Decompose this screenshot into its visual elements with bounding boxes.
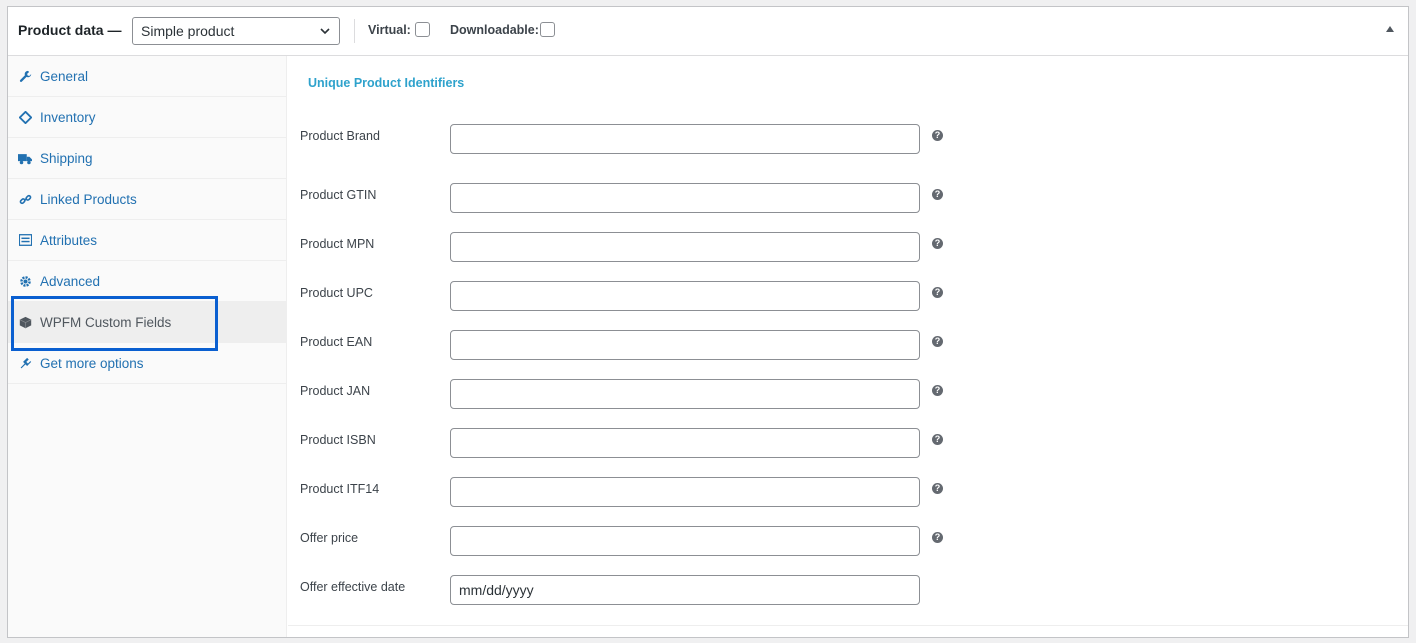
downloadable-checkbox[interactable] bbox=[540, 22, 555, 37]
product-brand-input[interactable] bbox=[450, 124, 920, 154]
downloadable-label: Downloadable: bbox=[450, 23, 539, 37]
tab-label: Attributes bbox=[40, 232, 98, 248]
field-label-isbn: Product ISBN bbox=[300, 433, 376, 447]
tab-label: Shipping bbox=[40, 150, 93, 166]
tab-wpfm-custom-fields[interactable]: WPFM Custom Fields bbox=[8, 302, 286, 343]
help-icon[interactable]: ? bbox=[932, 434, 943, 445]
tab-label: Linked Products bbox=[40, 191, 137, 207]
cube-icon bbox=[18, 315, 32, 329]
tag-icon bbox=[18, 110, 32, 124]
field-label-offer-date: Offer effective date bbox=[300, 580, 406, 594]
product-ean-input[interactable] bbox=[450, 330, 920, 360]
field-label-mpn: Product MPN bbox=[300, 237, 375, 251]
help-icon[interactable]: ? bbox=[932, 238, 943, 249]
tab-label: Get more options bbox=[40, 355, 144, 371]
tab-label: Inventory bbox=[40, 109, 96, 125]
tab-shipping[interactable]: Shipping bbox=[8, 138, 286, 179]
field-label-offer-price: Offer price bbox=[300, 531, 359, 545]
header-divider bbox=[354, 19, 355, 43]
content-bottom-divider bbox=[288, 625, 1408, 626]
tab-label: Advanced bbox=[40, 273, 101, 289]
offer-price-input[interactable] bbox=[450, 526, 920, 556]
product-type-value: Simple product bbox=[141, 23, 235, 39]
link-icon bbox=[18, 192, 32, 206]
field-label-ean: Product EAN bbox=[300, 335, 373, 349]
field-label-brand: Product Brand bbox=[300, 129, 380, 143]
product-data-panel: Product data — Simple product Virtual: D… bbox=[7, 6, 1409, 638]
product-data-tabs: General Inventory Shipping Linked Produc… bbox=[8, 56, 287, 637]
truck-icon bbox=[18, 151, 32, 165]
tab-attributes[interactable]: Attributes bbox=[8, 220, 286, 261]
plugin-icon bbox=[18, 356, 32, 370]
help-icon[interactable]: ? bbox=[932, 532, 943, 543]
list-icon bbox=[18, 233, 32, 247]
offer-effective-date-input[interactable] bbox=[450, 575, 920, 605]
tab-advanced[interactable]: Advanced bbox=[8, 261, 286, 302]
tab-content: Unique Product Identifiers Product Brand… bbox=[288, 56, 1408, 637]
help-icon[interactable]: ? bbox=[932, 483, 943, 494]
panel-title: Product data — bbox=[18, 22, 122, 38]
help-icon[interactable]: ? bbox=[932, 287, 943, 298]
product-isbn-input[interactable] bbox=[450, 428, 920, 458]
section-title: Unique Product Identifiers bbox=[308, 76, 465, 90]
wrench-icon bbox=[18, 69, 32, 83]
tab-label: General bbox=[40, 68, 89, 84]
panel-header: Product data — Simple product Virtual: D… bbox=[8, 7, 1408, 56]
field-label-jan: Product JAN bbox=[300, 384, 371, 398]
tab-general[interactable]: General bbox=[8, 56, 286, 97]
product-upc-input[interactable] bbox=[450, 281, 920, 311]
product-jan-input[interactable] bbox=[450, 379, 920, 409]
field-label-itf14: Product ITF14 bbox=[300, 482, 380, 496]
virtual-checkbox[interactable] bbox=[415, 22, 430, 37]
product-type-select[interactable]: Simple product bbox=[132, 17, 340, 45]
field-label-upc: Product UPC bbox=[300, 286, 373, 300]
gear-icon bbox=[18, 274, 32, 288]
tab-linked-products[interactable]: Linked Products bbox=[8, 179, 286, 220]
help-icon[interactable]: ? bbox=[932, 130, 943, 141]
collapse-toggle-icon[interactable] bbox=[1386, 26, 1394, 32]
chevron-down-icon bbox=[320, 28, 330, 35]
help-icon[interactable]: ? bbox=[932, 385, 943, 396]
help-icon[interactable]: ? bbox=[932, 189, 943, 200]
tab-get-more-options[interactable]: Get more options bbox=[8, 343, 286, 384]
product-gtin-input[interactable] bbox=[450, 183, 920, 213]
virtual-label: Virtual: bbox=[368, 23, 411, 37]
help-icon[interactable]: ? bbox=[932, 336, 943, 347]
product-mpn-input[interactable] bbox=[450, 232, 920, 262]
product-itf14-input[interactable] bbox=[450, 477, 920, 507]
field-label-gtin: Product GTIN bbox=[300, 188, 377, 202]
tab-inventory[interactable]: Inventory bbox=[8, 97, 286, 138]
tab-label: WPFM Custom Fields bbox=[40, 314, 172, 330]
